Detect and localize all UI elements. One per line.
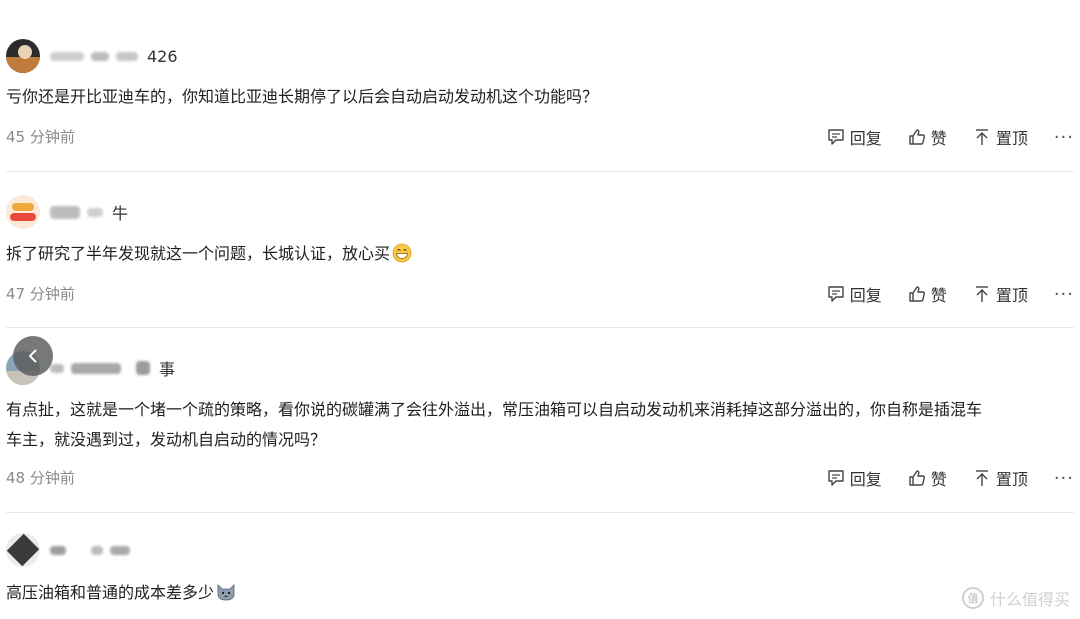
watermark-logo-icon: 值 bbox=[961, 587, 984, 609]
like-label: 赞 bbox=[930, 286, 947, 305]
watermark-text: 什么值得买 bbox=[989, 590, 1070, 609]
more-button[interactable]: ··· bbox=[1054, 468, 1074, 489]
grinning-face-emoji bbox=[392, 243, 412, 263]
username-text: 事 bbox=[159, 360, 176, 379]
like-button[interactable]: 赞 bbox=[908, 466, 947, 490]
pin-top-icon bbox=[975, 129, 988, 145]
reply-label: 回复 bbox=[849, 470, 882, 489]
username[interactable] bbox=[50, 545, 139, 555]
username[interactable]: 牛 bbox=[50, 200, 128, 224]
thumbs-up-icon bbox=[909, 129, 925, 145]
thumbs-up-icon bbox=[909, 286, 925, 302]
comment-text: 拆了研究了半年发现就这一个问题，长城认证，放心买 bbox=[6, 239, 1074, 269]
back-button[interactable] bbox=[13, 336, 53, 376]
pin-label: 置顶 bbox=[995, 286, 1028, 305]
pin-top-icon bbox=[975, 286, 988, 302]
comment-header: 426 bbox=[6, 38, 178, 74]
thumbs-up-icon bbox=[909, 470, 925, 486]
comment-header: 牛 bbox=[6, 194, 128, 230]
pin-button[interactable]: 置顶 bbox=[973, 125, 1028, 149]
username[interactable]: 事 bbox=[50, 356, 175, 380]
divider bbox=[6, 171, 1074, 172]
cat-face-emoji bbox=[217, 584, 235, 601]
more-button[interactable]: ··· bbox=[1054, 284, 1074, 305]
comment-actions: 回复 赞 置顶 ··· bbox=[801, 282, 1074, 306]
comment-actions: 回复 赞 置顶 ··· bbox=[801, 125, 1074, 149]
reply-label: 回复 bbox=[849, 286, 882, 305]
username-text: 牛 bbox=[112, 204, 129, 223]
comment-actions: 回复 赞 置顶 ··· bbox=[801, 466, 1074, 490]
watermark: 值 什么值得买 bbox=[961, 586, 1070, 610]
comment-text-body: 拆了研究了半年发现就这一个问题，长城认证，放心买 bbox=[6, 244, 391, 263]
comment-icon bbox=[828, 470, 844, 486]
username-text: 426 bbox=[147, 46, 178, 66]
comment-text: 高压油箱和普通的成本差多少 bbox=[6, 578, 1074, 608]
like-button[interactable]: 赞 bbox=[908, 125, 947, 149]
comment-time: 48 分钟前 bbox=[6, 469, 75, 487]
comment-time: 45 分钟前 bbox=[6, 128, 75, 146]
avatar[interactable] bbox=[6, 195, 40, 229]
reply-label: 回复 bbox=[849, 129, 882, 148]
reply-button[interactable]: 回复 bbox=[827, 282, 882, 306]
comment-text: 亏你还是开比亚迪车的，你知道比亚迪长期停了以后会自动启动发动机这个功能吗？ bbox=[6, 87, 599, 106]
comment-text-line: 有点扯，这就是一个堵一个疏的策略，看你说的碳罐满了会往外溢出，常压油箱可以自启动… bbox=[6, 400, 983, 419]
like-label: 赞 bbox=[930, 129, 947, 148]
chevron-left-icon bbox=[29, 349, 37, 363]
comment-time: 47 分钟前 bbox=[6, 285, 75, 303]
pin-label: 置顶 bbox=[995, 470, 1028, 489]
pin-button[interactable]: 置顶 bbox=[973, 466, 1028, 490]
comment-icon bbox=[828, 286, 844, 302]
pin-top-icon bbox=[975, 470, 988, 486]
like-label: 赞 bbox=[930, 470, 947, 489]
comment-header bbox=[6, 532, 139, 568]
comment-text-body: 高压油箱和普通的成本差多少 bbox=[6, 583, 215, 602]
divider bbox=[6, 327, 1074, 328]
reply-button[interactable]: 回复 bbox=[827, 125, 882, 149]
pin-button[interactable]: 置顶 bbox=[973, 282, 1028, 306]
avatar[interactable] bbox=[6, 39, 40, 73]
comment-icon bbox=[828, 129, 844, 145]
divider bbox=[6, 512, 1074, 513]
reply-button[interactable]: 回复 bbox=[827, 466, 882, 490]
username[interactable]: 426 bbox=[50, 47, 178, 66]
pin-label: 置顶 bbox=[995, 129, 1028, 148]
comment-text: 有点扯，这就是一个堵一个疏的策略，看你说的碳罐满了会往外溢出，常压油箱可以自启动… bbox=[6, 395, 1074, 455]
avatar[interactable] bbox=[6, 533, 40, 567]
like-button[interactable]: 赞 bbox=[908, 282, 947, 306]
comment-text-line: 车主，就没遇到过，发动机自启动的情况吗？ bbox=[6, 430, 327, 449]
more-button[interactable]: ··· bbox=[1054, 127, 1074, 148]
